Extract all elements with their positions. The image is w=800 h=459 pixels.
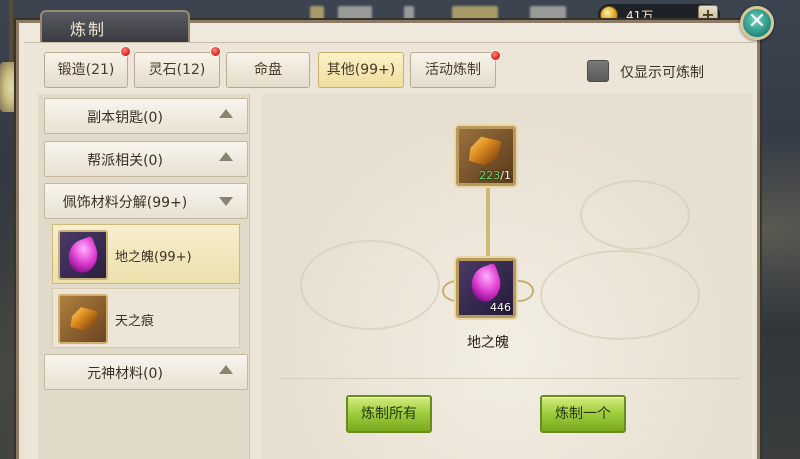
chevron-down-icon <box>219 197 233 206</box>
crystal-shape <box>70 307 98 331</box>
amber-crystal-icon <box>468 136 502 166</box>
tab-event-craft[interactable]: 活动炼制 <box>410 52 496 88</box>
notification-badge <box>210 46 221 57</box>
category-label: 佩饰材料分解(99+) <box>62 195 188 211</box>
ingredient-slot[interactable]: 223/1 <box>456 126 516 186</box>
notification-badge <box>120 46 131 57</box>
category-soul-material[interactable]: 元神材料(0) <box>44 354 248 390</box>
tab-spirit-stone[interactable]: 灵石(12) <box>134 52 220 88</box>
ingredient-quantity: 223/1 <box>479 169 511 182</box>
amber-crystal-icon <box>58 294 108 344</box>
chevron-up-icon <box>219 365 233 374</box>
panel-title: 炼制 <box>70 20 107 39</box>
chevron-up-icon <box>219 109 233 118</box>
item-name: 天之痕 <box>115 314 155 329</box>
notification-badge <box>490 50 501 61</box>
divider <box>280 378 740 379</box>
list-item-heaven-mark[interactable]: 天之痕 <box>52 288 240 348</box>
tab-fate-disc[interactable]: 命盘 <box>226 52 310 88</box>
category-dungeon-keys[interactable]: 副本钥匙(0) <box>44 98 248 134</box>
decorative-swirl <box>540 250 700 340</box>
category-label: 副本钥匙(0) <box>87 110 163 126</box>
tab-other[interactable]: 其他(99+) <box>318 52 404 88</box>
list-item-earth-soul[interactable]: 地之魄(99+) <box>52 224 240 284</box>
close-button[interactable]: ✕ <box>740 6 774 40</box>
product-name: 地之魄 <box>467 335 509 351</box>
craftable-only-label: 仅显示可炼制 <box>620 65 704 81</box>
category-label: 帮派相关(0) <box>87 153 163 169</box>
decorative-swirl <box>580 180 690 250</box>
product-count: 446 <box>490 301 511 314</box>
product-slot[interactable]: 446 <box>456 258 516 318</box>
panel-title-tab <box>40 10 190 42</box>
item-name: 地之魄(99+) <box>115 250 192 265</box>
purple-feather-icon <box>58 230 108 280</box>
chevron-up-icon <box>219 152 233 161</box>
feather-shape <box>63 235 103 277</box>
decorative-swirl <box>300 240 440 330</box>
category-accessory-decompose[interactable]: 佩饰材料分解(99+) <box>44 183 248 219</box>
purple-feather-icon <box>466 262 506 306</box>
craft-one-button[interactable]: 炼制一个 <box>540 395 626 433</box>
craftable-only-checkbox[interactable] <box>587 60 609 82</box>
category-guild[interactable]: 帮派相关(0) <box>44 141 248 177</box>
tab-forge[interactable]: 锻造(21) <box>44 52 128 88</box>
recipe-connector <box>486 186 490 260</box>
category-label: 元神材料(0) <box>87 366 163 382</box>
craft-all-button[interactable]: 炼制所有 <box>346 395 432 433</box>
